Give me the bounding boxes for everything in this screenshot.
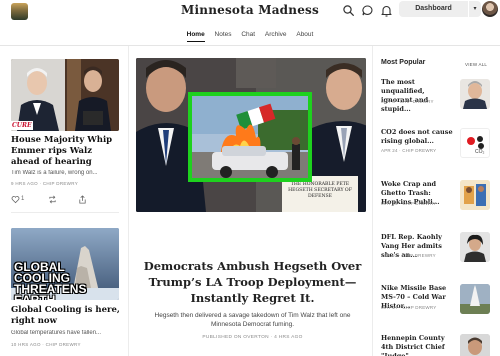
post-meta: 10 HRS AGO · CHIP DREWRY <box>11 342 81 347</box>
search-icon[interactable] <box>342 4 355 17</box>
hero-subtitle[interactable]: Hegseth then delivered a savage takedown… <box>150 311 355 329</box>
share-icon[interactable] <box>78 195 87 204</box>
post-meta: 9 HRS AGO · CHIP DREWRY <box>11 181 78 186</box>
thumbnail-overlay-text: GLOBAL COOLING THREATENS EARTH <box>14 260 87 300</box>
popular-item-title[interactable]: Hennepin County 4th District Chief "Judg… <box>381 334 457 356</box>
like-count: 1 <box>21 196 25 202</box>
header-divider <box>0 45 500 46</box>
hero-title[interactable]: Democrats Ambush Hegseth Over Trump’s LA… <box>140 258 365 306</box>
column-divider <box>372 46 373 356</box>
popular-item-meta: JUN 10 · CHIP DREWRY <box>381 253 436 258</box>
post-subtitle[interactable]: Tim Walz is a failure, wrong on... <box>11 170 121 176</box>
post-subtitle[interactable]: Global temperatures have fallen... <box>11 330 121 336</box>
popular-item-meta: MAY 29 · CHIP DREWRY <box>381 201 437 206</box>
user-avatar[interactable] <box>482 1 498 17</box>
tab-archive[interactable]: Archive <box>265 31 287 41</box>
column-divider <box>128 46 129 356</box>
post-thumbnail-global-cooling[interactable]: GLOBAL COOLING THREATENS EARTH <box>11 228 119 300</box>
dashboard-menu-chevron-icon[interactable]: ▾ <box>469 1 481 17</box>
post-thumbnail-emmer[interactable]: CURE <box>11 59 119 131</box>
thumbnail-overlay-text: CURE <box>12 122 32 129</box>
nameplate-text: THE HONORABLE PETE HEGSETH SECRETARY OF … <box>288 182 352 199</box>
nav-tabs: Home Notes Chat Archive About <box>0 31 500 42</box>
tab-home[interactable]: Home <box>186 31 205 42</box>
card-divider <box>11 212 119 213</box>
hero-meta: PUBLISHED ON OVERTON · 4 HRS AGO <box>202 335 303 340</box>
bell-icon[interactable] <box>380 4 393 17</box>
co2-label: CO₂ <box>475 149 485 155</box>
restack-icon[interactable] <box>48 195 57 204</box>
tab-about[interactable]: About <box>296 31 313 41</box>
dashboard-button[interactable]: Dashboard <box>399 1 468 17</box>
tab-chat[interactable]: Chat <box>241 31 255 41</box>
popular-item-thumbnail[interactable] <box>460 232 490 262</box>
hero-image[interactable]: THE HONORABLE PETE HEGSETH SECRETARY OF … <box>136 58 366 212</box>
heart-icon[interactable] <box>11 195 20 204</box>
popular-item-thumbnail[interactable] <box>460 284 490 314</box>
top-bar: Minnesota Madness Dashboard ▾ <box>0 0 500 24</box>
popular-item-meta: APR 24 · CHIP DREWRY <box>381 148 437 153</box>
popular-item-title[interactable]: The most unqualified, ignorant and stupi… <box>381 78 457 114</box>
popular-item-thumbnail[interactable]: CO₂ <box>460 128 490 158</box>
tab-notes[interactable]: Notes <box>215 31 232 41</box>
popular-item-thumbnail[interactable] <box>460 79 490 109</box>
post-title[interactable]: House Majority Whip Emmer rips Walz ahea… <box>11 135 121 168</box>
post-title[interactable]: Global Cooling is here, right now <box>11 305 121 327</box>
popular-item-thumbnail[interactable] <box>460 180 490 210</box>
view-all-link[interactable]: VIEW ALL <box>465 62 487 67</box>
popular-item-meta: MAY 27 · CHIP DREWRY <box>381 305 437 310</box>
most-popular-heading: Most Popular <box>381 59 426 66</box>
popular-item-meta: MAY 8 · CHIP DREWRY <box>381 99 434 104</box>
hero-inset-photo <box>188 92 312 182</box>
popular-item-title[interactable]: CO2 does not cause rising global... <box>381 128 457 146</box>
popular-item-thumbnail[interactable] <box>460 334 490 356</box>
chat-bubble-icon[interactable] <box>361 4 374 17</box>
